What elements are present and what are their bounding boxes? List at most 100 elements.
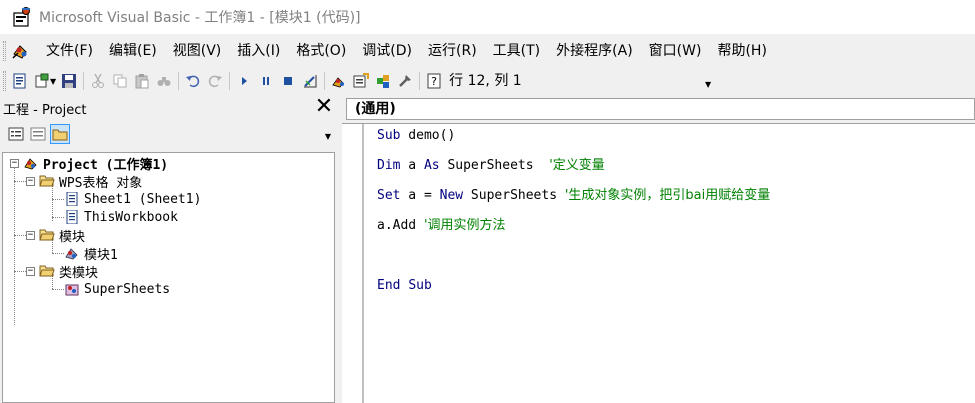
object-browser-icon[interactable] bbox=[372, 70, 394, 92]
tree-connector bbox=[52, 217, 64, 218]
code-text: a.Add bbox=[377, 218, 424, 233]
view-object-icon[interactable] bbox=[28, 124, 48, 144]
module-icon bbox=[64, 246, 80, 260]
tree-connector bbox=[14, 167, 15, 325]
chevron-down-icon[interactable]: ▼ bbox=[325, 132, 331, 141]
toggle-folders-icon[interactable] bbox=[50, 124, 70, 144]
properties-window-icon[interactable] bbox=[350, 70, 372, 92]
tree-label: Sheet1 (Sheet1) bbox=[84, 191, 202, 207]
code-comment: '定义变量 bbox=[549, 158, 605, 173]
menu-insert[interactable]: 插入(I) bbox=[229, 39, 288, 63]
tree-label: Project (工作簿1) bbox=[43, 157, 169, 173]
keyword: Dim bbox=[377, 158, 401, 173]
paste-icon[interactable] bbox=[131, 70, 153, 92]
code-line[interactable]: a.Add '调用实例方法 bbox=[377, 217, 506, 235]
menu-bar: 文件(F) 编辑(E) 视图(V) 插入(I) 格式(O) 调试(D) 运行(R… bbox=[0, 37, 975, 65]
project-panel-title: 工程 - Project bbox=[3, 102, 87, 118]
class-module-icon bbox=[64, 282, 80, 296]
collapse-icon[interactable]: − bbox=[10, 158, 19, 168]
menu-help[interactable]: 帮助(H) bbox=[709, 39, 774, 63]
object-combo[interactable]: (通用) bbox=[346, 98, 975, 120]
menu-view[interactable]: 视图(V) bbox=[165, 39, 230, 63]
svg-text:?: ? bbox=[431, 75, 437, 88]
menu-file[interactable]: 文件(F) bbox=[38, 39, 101, 63]
toolbar-grip[interactable] bbox=[3, 71, 6, 91]
find-icon[interactable] bbox=[153, 70, 175, 92]
tree-label: 模块1 bbox=[84, 247, 118, 263]
keyword: As bbox=[423, 158, 440, 173]
insert-module-icon[interactable] bbox=[31, 70, 53, 92]
vba-app-icon bbox=[11, 6, 33, 28]
view-workbook-icon[interactable] bbox=[9, 70, 31, 92]
code-line[interactable]: Dim a As SuperSheets '定义变量 bbox=[377, 157, 605, 175]
keyword: Sub bbox=[377, 128, 401, 143]
toolbar-separator bbox=[83, 72, 85, 90]
window-title: Microsoft Visual Basic - 工作簿1 - [模块1 (代码… bbox=[39, 10, 361, 26]
toolbar-separator bbox=[178, 72, 180, 90]
tree-item-module1[interactable]: 模块1 bbox=[64, 244, 118, 263]
standard-toolbar: ▼ ? 行 12, 列 1 ▼ bbox=[0, 68, 975, 94]
tree-item-thisworkbook[interactable]: ThisWorkbook bbox=[64, 208, 178, 226]
vba-object-icon[interactable] bbox=[10, 40, 32, 62]
code-comment: '生成对象实例，把引bai用赋给变量 bbox=[564, 188, 771, 203]
code-comment: '调用实例方法 bbox=[423, 218, 506, 233]
toolbar-separator bbox=[324, 72, 326, 90]
keyword: End bbox=[377, 278, 401, 293]
tree-item-supersheets[interactable]: SuperSheets bbox=[64, 280, 170, 298]
undo-icon[interactable] bbox=[182, 70, 204, 92]
code-text: demo() bbox=[400, 128, 456, 143]
tree-label: 类模块 bbox=[59, 265, 99, 281]
tree-item-modules[interactable]: − 模块 bbox=[26, 226, 85, 245]
stop-icon[interactable] bbox=[277, 70, 299, 92]
menu-format[interactable]: 格式(O) bbox=[288, 39, 354, 63]
code-window: (通用) Sub demo() Dim a As SuperSheets '定义… bbox=[342, 96, 975, 403]
code-line[interactable]: Set a = New SuperSheets '生成对象实例，把引bai用赋给… bbox=[377, 187, 770, 205]
margin-indicator-bar[interactable] bbox=[342, 124, 364, 403]
tree-connector bbox=[52, 199, 64, 200]
collapse-icon[interactable]: − bbox=[26, 176, 35, 186]
save-icon[interactable] bbox=[58, 70, 80, 92]
menubar-grip[interactable] bbox=[3, 41, 6, 61]
menu-addins[interactable]: 外接程序(A) bbox=[548, 39, 641, 63]
collapse-icon[interactable]: − bbox=[26, 266, 35, 276]
code-line[interactable]: End Sub bbox=[377, 277, 432, 295]
project-tree: − Project (工作簿1) − WPS表格 对象 Sheet1 (Shee… bbox=[2, 152, 335, 403]
keyword: Set bbox=[377, 188, 401, 203]
cursor-position: 行 12, 列 1 ▼ bbox=[449, 70, 711, 92]
menu-edit[interactable]: 编辑(E) bbox=[101, 39, 165, 63]
pause-icon[interactable] bbox=[255, 70, 277, 92]
run-icon[interactable] bbox=[233, 70, 255, 92]
menu-tools[interactable]: 工具(T) bbox=[485, 39, 548, 63]
tree-item-project[interactable]: − Project (工作簿1) bbox=[10, 154, 169, 173]
help-icon[interactable]: ? bbox=[423, 70, 445, 92]
folder-open-icon bbox=[39, 264, 55, 278]
redo-icon[interactable] bbox=[204, 70, 226, 92]
code-editor[interactable]: Sub demo() Dim a As SuperSheets '定义变量 Se… bbox=[342, 123, 975, 403]
tree-item-class-modules[interactable]: − 类模块 bbox=[26, 262, 99, 281]
menu-run[interactable]: 运行(R) bbox=[420, 39, 485, 63]
code-text: SuperSheets bbox=[439, 158, 550, 173]
tree-label: WPS表格 对象 bbox=[59, 175, 143, 191]
cut-icon[interactable] bbox=[87, 70, 109, 92]
copy-icon[interactable] bbox=[109, 70, 131, 92]
tree-label: SuperSheets bbox=[84, 281, 171, 297]
design-mode-icon[interactable] bbox=[299, 70, 321, 92]
menu-debug[interactable]: 调试(D) bbox=[354, 39, 420, 63]
chevron-down-icon[interactable]: ▼ bbox=[705, 74, 711, 96]
project-explorer-icon[interactable] bbox=[328, 70, 350, 92]
code-line[interactable]: Sub demo() bbox=[377, 127, 455, 145]
keyword: Sub bbox=[408, 278, 432, 293]
collapse-icon[interactable]: − bbox=[26, 230, 35, 240]
object-combo-value: (通用) bbox=[355, 101, 396, 117]
worksheet-icon bbox=[64, 191, 80, 207]
tree-connector bbox=[52, 253, 64, 254]
tree-item-wps-objects[interactable]: − WPS表格 对象 bbox=[26, 172, 143, 191]
tree-item-sheet1[interactable]: Sheet1 (Sheet1) bbox=[64, 190, 201, 208]
tree-connector bbox=[52, 185, 53, 221]
menu-window[interactable]: 窗口(W) bbox=[641, 39, 710, 63]
close-button[interactable]: ✕ bbox=[313, 96, 335, 119]
cursor-position-text: 行 12, 列 1 bbox=[449, 73, 522, 89]
tree-label: ThisWorkbook bbox=[84, 209, 178, 225]
view-code-icon[interactable] bbox=[6, 124, 26, 144]
toolbox-icon[interactable] bbox=[394, 70, 416, 92]
